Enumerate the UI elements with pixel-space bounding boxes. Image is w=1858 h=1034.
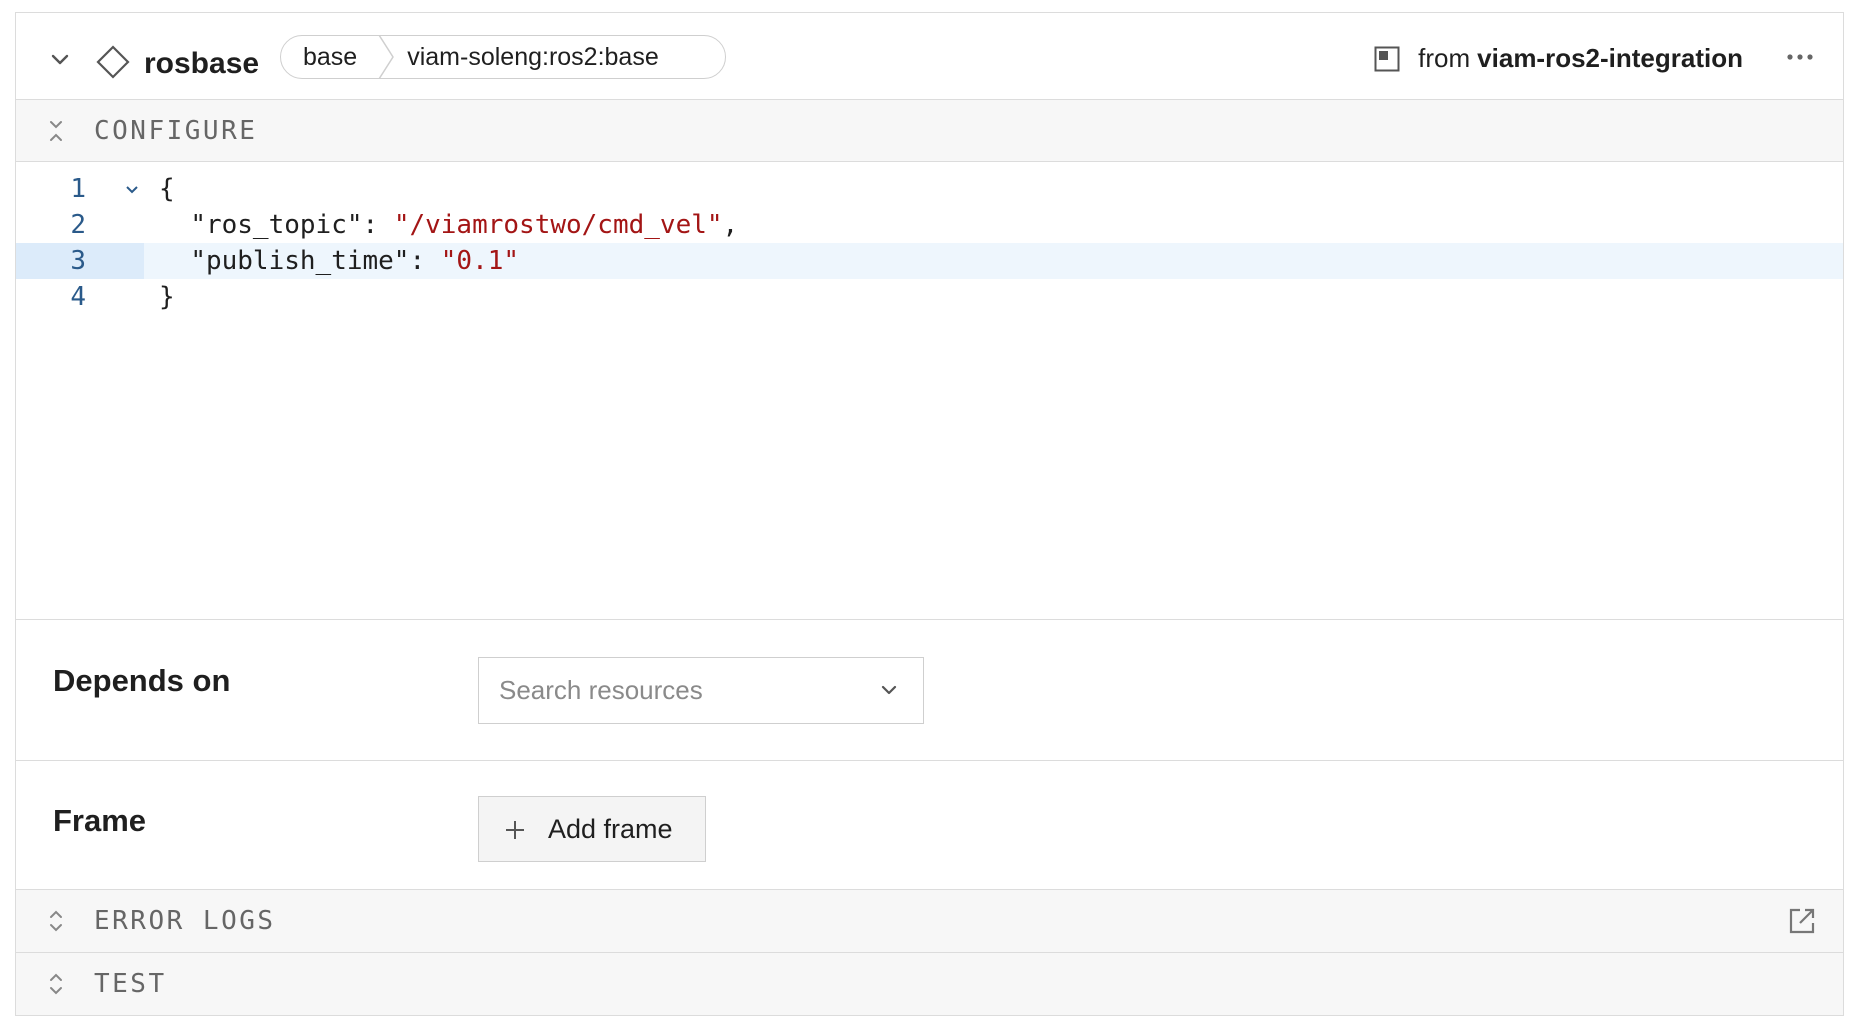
search-resources-placeholder: Search resources bbox=[499, 675, 703, 705]
code-line-active[interactable]: 3 "publish_time": "0.1" bbox=[16, 243, 1843, 279]
json-string-value: "0.1" bbox=[440, 246, 520, 276]
add-frame-button[interactable]: Add frame bbox=[478, 796, 706, 862]
json-trailing: , bbox=[722, 210, 739, 240]
test-label: TEST bbox=[94, 969, 167, 999]
expand-section-icon bbox=[50, 910, 62, 932]
external-link-icon[interactable] bbox=[1787, 906, 1817, 936]
module-icon bbox=[1374, 46, 1400, 71]
breadcrumb-separator-icon bbox=[378, 36, 395, 78]
api-model-breadcrumb: base viam-soleng:ros2:base bbox=[280, 35, 726, 79]
fold-chevron-icon[interactable] bbox=[124, 179, 140, 199]
line-number: 2 bbox=[70, 210, 86, 240]
api-label: base bbox=[303, 43, 358, 71]
expand-section-icon bbox=[50, 973, 62, 995]
json-key: "publish_time" bbox=[190, 246, 410, 276]
search-resources-select[interactable]: Search resources bbox=[478, 657, 924, 724]
configure-section-toggle[interactable]: CONFIGURE bbox=[16, 100, 1843, 162]
module-name[interactable]: viam-ros2-integration bbox=[1477, 43, 1743, 74]
json-separator: : bbox=[409, 246, 441, 276]
depends-on-label: Depends on bbox=[53, 663, 231, 698]
add-frame-label: Add frame bbox=[548, 813, 673, 844]
depends-on-row: Depends on Search resources bbox=[16, 621, 1843, 761]
code-text: } bbox=[159, 282, 175, 312]
collapse-section-icon bbox=[50, 120, 62, 141]
frame-row: Frame Add frame bbox=[16, 761, 1843, 889]
code-text: "ros_topic": "/viamrostwo/cmd_vel", bbox=[159, 207, 738, 243]
code-text: { bbox=[159, 174, 175, 204]
error-logs-label: ERROR LOGS bbox=[94, 906, 276, 936]
line-number: 1 bbox=[70, 174, 86, 204]
frame-label: Frame bbox=[53, 803, 147, 838]
module-source: from viam-ros2-integration bbox=[1374, 43, 1743, 74]
card-header: rosbase base viam-soleng:ros2:base from … bbox=[16, 13, 1843, 100]
configure-label: CONFIGURE bbox=[94, 115, 258, 146]
chevron-down-icon bbox=[881, 685, 897, 695]
base-diamond-icon bbox=[96, 45, 130, 79]
model-label: viam-soleng:ros2:base bbox=[407, 42, 659, 71]
resource-name: rosbase bbox=[144, 47, 260, 80]
more-options-icon[interactable] bbox=[1785, 47, 1815, 67]
line-number: 3 bbox=[70, 246, 86, 276]
resource-config-card: rosbase base viam-soleng:ros2:base from … bbox=[15, 12, 1844, 1016]
code-line[interactable]: 1 { bbox=[16, 171, 1843, 207]
code-text: "publish_time": "0.1" bbox=[159, 243, 519, 279]
collapse-chevron-icon[interactable] bbox=[46, 45, 74, 73]
plus-icon bbox=[506, 821, 524, 839]
error-logs-section-toggle[interactable]: ERROR LOGS bbox=[16, 889, 1843, 953]
json-string-value: "/viamrostwo/cmd_vel" bbox=[393, 210, 723, 240]
json-separator: : bbox=[362, 210, 394, 240]
json-key: "ros_topic" bbox=[190, 210, 363, 240]
line-number: 4 bbox=[70, 282, 86, 312]
from-label: from bbox=[1418, 43, 1471, 73]
code-line[interactable]: 4 } bbox=[16, 279, 1843, 315]
test-section-toggle[interactable]: TEST bbox=[16, 953, 1843, 1015]
code-line[interactable]: 2 "ros_topic": "/viamrostwo/cmd_vel", bbox=[16, 207, 1843, 243]
json-editor[interactable]: 1 { 2 "ros_topic": "/viamrostwo/cmd_vel"… bbox=[16, 162, 1843, 620]
